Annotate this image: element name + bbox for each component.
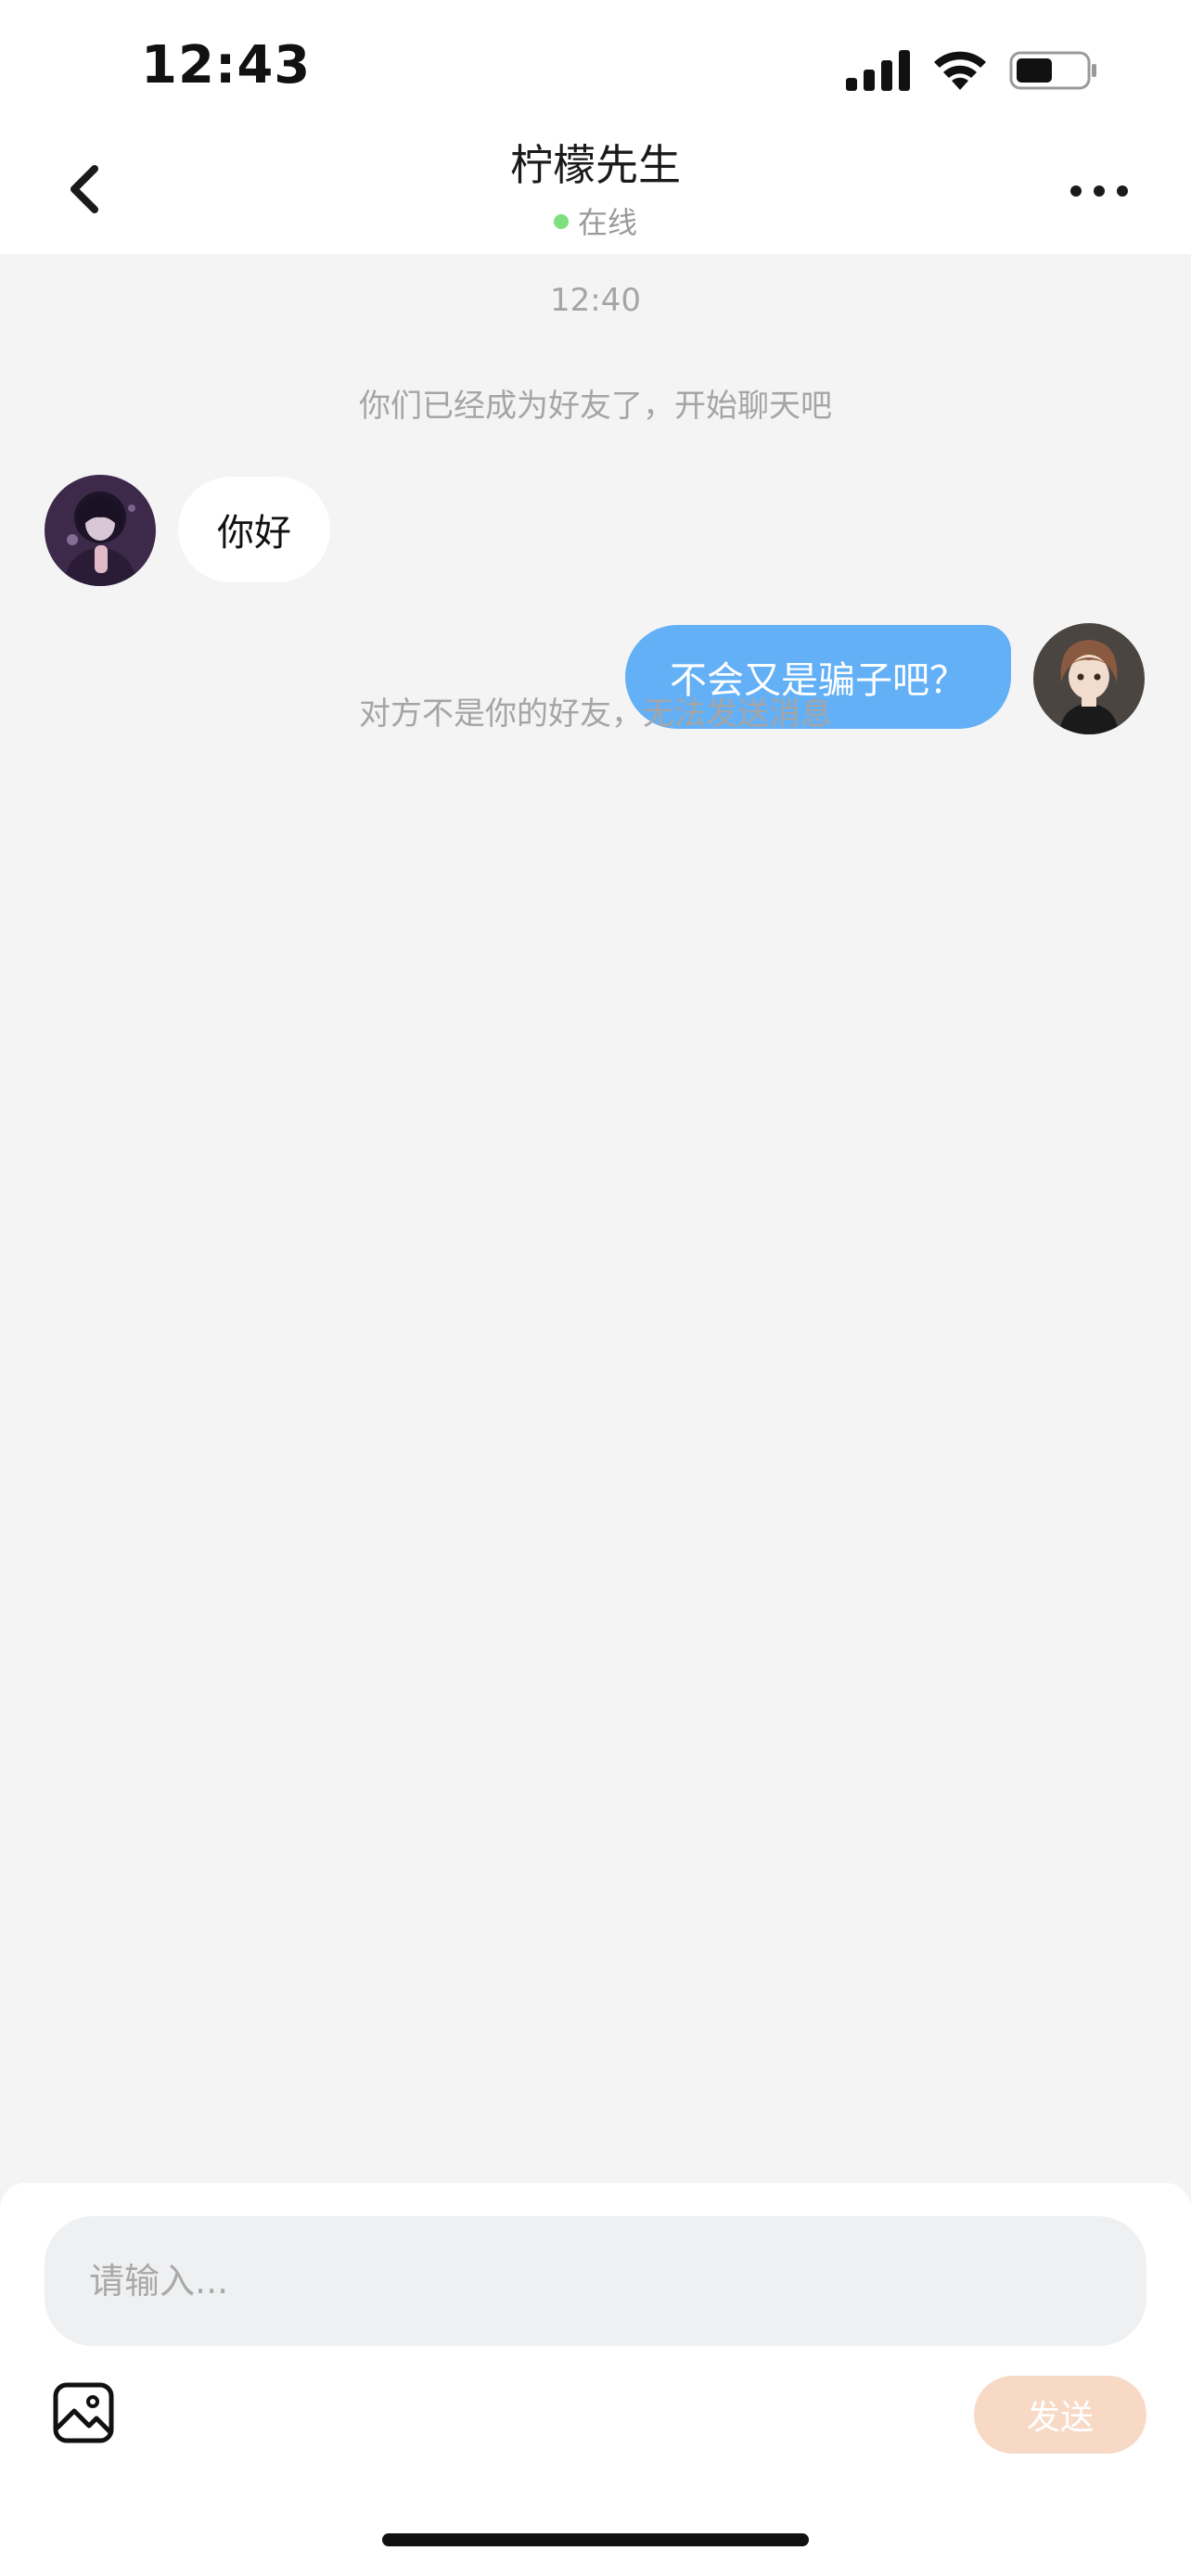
system-message-not-friend: 对方不是你的好友，无法发送消息 xyxy=(359,695,832,733)
wifi-icon xyxy=(934,51,986,90)
cellular-signal-icon xyxy=(846,50,910,91)
message-bubble-incoming[interactable]: 你好 xyxy=(178,477,330,582)
more-options-icon xyxy=(1070,185,1082,197)
status-time: 12:43 xyxy=(141,35,312,96)
composer-panel: 发送 xyxy=(0,2183,1191,2576)
image-button[interactable] xyxy=(52,2381,115,2444)
chat-header: 柠檬先生 在线 xyxy=(0,139,1191,254)
more-options-button[interactable] xyxy=(1070,185,1128,198)
contact-name: 柠檬先生 xyxy=(510,140,681,190)
home-indicator xyxy=(382,2533,809,2546)
message-timestamp: 12:40 xyxy=(550,282,641,319)
online-status-label: 在线 xyxy=(577,205,637,240)
system-message-friend-added: 你们已经成为好友了，开始聊天吧 xyxy=(359,388,832,425)
send-button[interactable]: 发送 xyxy=(974,2376,1146,2454)
status-bar: 12:43 xyxy=(0,0,1191,139)
message-input[interactable] xyxy=(45,2216,1146,2346)
contact-avatar[interactable] xyxy=(45,475,156,586)
online-dot xyxy=(553,214,569,229)
battery-icon xyxy=(1009,51,1096,90)
online-status: 在线 xyxy=(0,204,1191,241)
image-icon xyxy=(53,2382,114,2443)
message-list[interactable]: 12:40 你们已经成为好友了，开始聊天吧 你好 不会又是骗子吧？ 对方不是你的… xyxy=(0,254,1191,2183)
status-icons xyxy=(846,45,1098,96)
